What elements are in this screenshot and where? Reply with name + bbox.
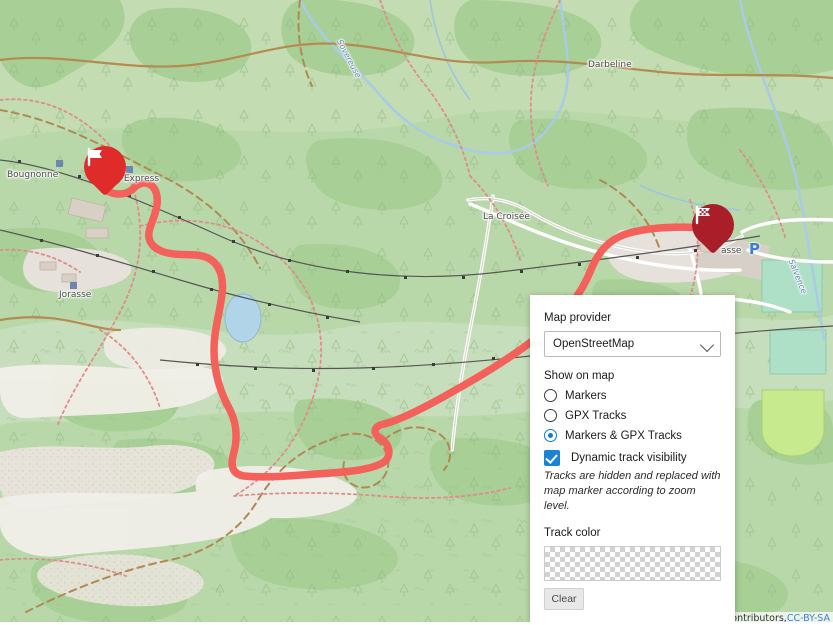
track-color-swatch[interactable] <box>544 545 721 581</box>
map-settings-panel: Map provider OpenStreetMap Show on map M… <box>530 295 735 625</box>
checkered-flag-icon <box>692 204 734 246</box>
map-provider-value: OpenStreetMap <box>553 338 635 350</box>
radio-markers-icon <box>544 389 557 402</box>
track-color-clear-button[interactable]: Clear <box>544 587 584 610</box>
map-provider-label: Map provider <box>544 312 612 324</box>
hint-line-1: Tracks are hidden and replaced with <box>544 470 721 482</box>
hint-line-2: map marker according to zoom level. <box>544 484 696 512</box>
track-color-section: Track color Clear <box>544 527 721 610</box>
dynamic-track-visibility-checkbox-row[interactable]: Dynamic track visibility <box>544 450 721 466</box>
radio-option-markers-and-gpx-tracks[interactable]: Markers & GPX Tracks <box>544 429 721 442</box>
parking-icon: P <box>749 240 760 258</box>
radio-gpx-tracks-label: GPX Tracks <box>565 409 627 422</box>
radio-gpx-tracks-icon <box>544 409 557 422</box>
map-provider-select[interactable]: OpenStreetMap <box>544 331 721 357</box>
dynamic-track-visibility-label: Dynamic track visibility <box>571 452 687 464</box>
radio-option-markers[interactable]: Markers <box>544 389 721 402</box>
map-application: Bougnonne ol Express Jorasse La Croisée … <box>0 0 833 625</box>
radio-markers-and-gpx-tracks-label: Markers & GPX Tracks <box>565 429 682 442</box>
dynamic-track-visibility-hint: Tracks are hidden and replaced with map … <box>544 469 721 514</box>
flag-icon <box>84 146 126 188</box>
track-color-label: Track color <box>544 526 601 539</box>
show-on-map-label: Show on map <box>544 370 615 382</box>
checkmark-icon <box>544 450 560 466</box>
track-start-marker[interactable] <box>84 146 126 202</box>
radio-option-gpx-tracks[interactable]: GPX Tracks <box>544 409 721 422</box>
track-end-marker[interactable] <box>692 204 734 260</box>
radio-markers-label: Markers <box>565 389 607 402</box>
radio-markers-and-gpx-tracks-icon <box>544 429 557 442</box>
chevron-down-icon <box>699 337 715 353</box>
